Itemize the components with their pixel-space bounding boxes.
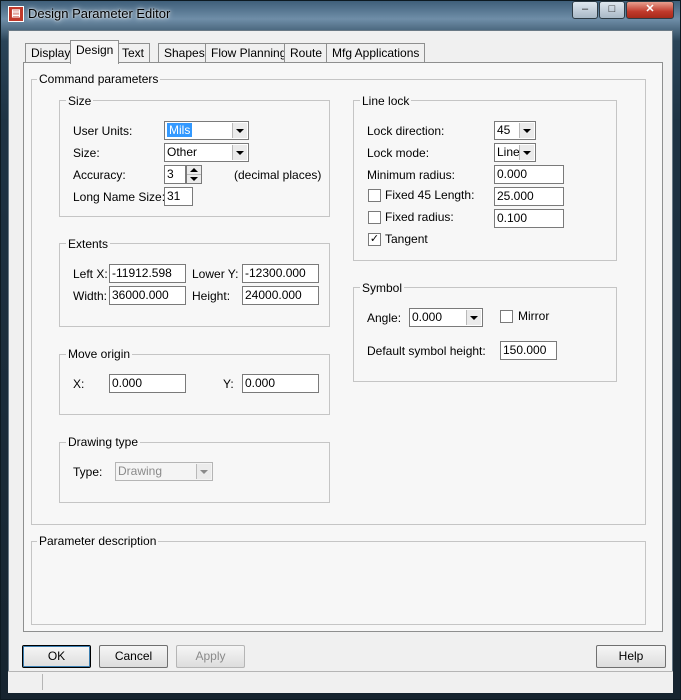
fixed45-label: Fixed 45 Length: xyxy=(385,188,475,202)
drawing-type-select: Drawing xyxy=(115,462,213,481)
size-value: Other xyxy=(167,145,198,159)
move-origin-title: Move origin xyxy=(66,347,133,361)
status-bar xyxy=(8,671,673,693)
lock-mode-value: Line xyxy=(497,145,520,159)
accuracy-label: Accuracy: xyxy=(73,168,126,182)
width-input[interactable]: 36000.000 xyxy=(109,286,186,305)
help-button[interactable]: Help xyxy=(596,645,666,668)
user-units-value: Mils xyxy=(167,123,193,137)
chevron-down-icon[interactable] xyxy=(519,145,534,160)
minimum-radius-input[interactable]: 0.000 xyxy=(494,165,564,184)
fixed-radius-checkbox[interactable] xyxy=(368,211,381,224)
origin-y-input[interactable]: 0.000 xyxy=(242,374,319,393)
accuracy-input[interactable]: 3 xyxy=(164,165,186,184)
chevron-down-icon xyxy=(196,464,211,479)
tangent-label: Tangent xyxy=(385,232,428,246)
apply-button: Apply xyxy=(176,645,245,668)
check-mark-icon: ✓ xyxy=(369,233,380,245)
mirror-label: Mirror xyxy=(518,309,550,323)
angle-value: 0.000 xyxy=(412,310,443,324)
command-parameters-title: Command parameters xyxy=(37,72,161,86)
left-x-input[interactable]: -11912.598 xyxy=(109,264,186,283)
origin-x-input[interactable]: 0.000 xyxy=(109,374,186,393)
size-select[interactable]: Other xyxy=(164,143,249,162)
mirror-checkbox[interactable] xyxy=(500,310,513,323)
extents-title: Extents xyxy=(66,237,111,251)
size-title: Size xyxy=(66,94,94,108)
design-tab-content: Command parameters Size User Units: Mils… xyxy=(0,0,681,700)
lock-direction-value: 45 xyxy=(497,123,511,137)
accuracy-hint: (decimal places) xyxy=(234,168,322,182)
size-label: Size: xyxy=(73,146,100,160)
fixed45-input[interactable]: 25.000 xyxy=(494,187,564,206)
stepper-up-icon[interactable] xyxy=(187,166,201,175)
stepper-down-icon[interactable] xyxy=(187,175,201,183)
angle-label: Angle: xyxy=(367,311,402,325)
default-symbol-height-label: Default symbol height: xyxy=(367,344,486,358)
parameter-description-group xyxy=(31,541,646,625)
lock-mode-label: Lock mode: xyxy=(367,146,430,160)
width-label: Width: xyxy=(73,289,108,303)
fixed-radius-label: Fixed radius: xyxy=(385,210,454,224)
chevron-down-icon[interactable] xyxy=(232,145,247,160)
parameter-description-title: Parameter description xyxy=(37,534,159,548)
chevron-down-icon[interactable] xyxy=(466,310,481,325)
chevron-down-icon[interactable] xyxy=(232,123,247,138)
user-units-select[interactable]: Mils xyxy=(164,121,249,140)
symbol-title: Symbol xyxy=(360,281,405,295)
origin-y-label: Y: xyxy=(223,377,234,391)
height-label: Height: xyxy=(192,289,231,303)
extents-group xyxy=(59,243,330,327)
lock-direction-select[interactable]: 45 xyxy=(494,121,536,140)
lower-y-input[interactable]: -12300.000 xyxy=(242,264,319,283)
default-symbol-height-input[interactable]: 150.000 xyxy=(500,341,557,360)
line-lock-title: Line lock xyxy=(360,94,412,108)
lower-y-label: Lower Y: xyxy=(192,267,239,281)
long-name-size-input[interactable]: 31 xyxy=(164,187,193,206)
drawing-type-value: Drawing xyxy=(118,464,163,478)
drawing-type-title: Drawing type xyxy=(66,435,141,449)
minimum-radius-label: Minimum radius: xyxy=(367,168,456,182)
chevron-down-icon[interactable] xyxy=(519,123,534,138)
long-name-size-label: Long Name Size: xyxy=(73,190,166,204)
fixed-radius-input[interactable]: 0.100 xyxy=(494,209,564,228)
angle-select[interactable]: 0.000 xyxy=(409,308,483,327)
cancel-button[interactable]: Cancel xyxy=(99,645,168,668)
height-input[interactable]: 24000.000 xyxy=(242,286,319,305)
fixed45-checkbox[interactable] xyxy=(368,189,381,202)
user-units-label: User Units: xyxy=(73,124,133,138)
left-x-label: Left X: xyxy=(73,267,108,281)
symbol-group xyxy=(353,287,617,382)
lock-direction-label: Lock direction: xyxy=(367,124,445,138)
accuracy-stepper[interactable] xyxy=(186,165,202,184)
ok-button[interactable]: OK xyxy=(22,645,91,668)
tangent-checkbox[interactable]: ✓ xyxy=(368,233,381,246)
type-label: Type: xyxy=(73,465,103,479)
status-bar-divider xyxy=(42,674,43,690)
origin-x-label: X: xyxy=(73,377,85,391)
lock-mode-select[interactable]: Line xyxy=(494,143,536,162)
